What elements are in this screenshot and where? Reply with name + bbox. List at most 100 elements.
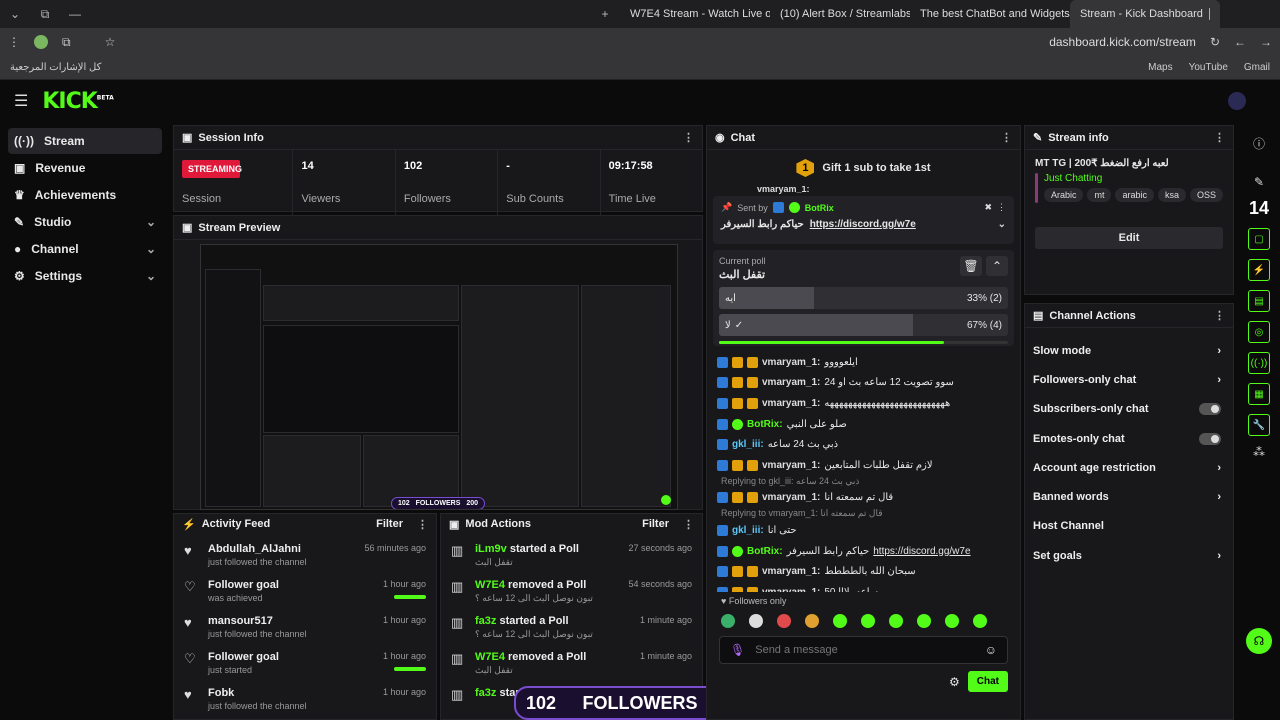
more-options-icon[interactable]: ⋮ [1001, 131, 1012, 144]
back-icon[interactable]: ← [1234, 35, 1246, 49]
more-options-icon[interactable]: ⋮ [683, 518, 694, 531]
more-options-icon[interactable]: ⋮ [417, 518, 428, 531]
chat-username[interactable]: BotRix: [747, 546, 783, 557]
mod-user[interactable]: fa3z [475, 615, 496, 627]
wrench-icon[interactable]: 🔧 [1248, 414, 1270, 436]
channel-action-followers-only-chat[interactable]: Followers-only chat › [1025, 365, 1233, 394]
chevron-down-icon[interactable]: ⌄ [998, 219, 1006, 230]
emoji-icon[interactable]: ☺ [985, 643, 997, 657]
window-restore-icon[interactable]: ⧉ [30, 7, 60, 22]
emote-icon[interactable] [889, 614, 903, 628]
sidebar-item-studio[interactable]: ✎ Studio ⌄ [8, 209, 162, 235]
filter-button[interactable]: Filter [642, 518, 669, 530]
chat-username[interactable]: vmaryam_1: [762, 357, 820, 368]
filter-button[interactable]: Filter [376, 518, 403, 530]
poll-option[interactable]: ايه 33% (2) [719, 287, 1008, 309]
emote-icon[interactable] [973, 614, 987, 628]
chat-message[interactable]: vmaryam_1: ايلعوووو [707, 352, 1020, 373]
tab-search-icon[interactable]: ⌄ [0, 7, 30, 21]
browser-tab-w7e4[interactable]: W7E4 Stream - Watch Live on K [620, 0, 770, 28]
more-options-icon[interactable]: ⋮ [1214, 309, 1225, 322]
edit-stream-button[interactable]: Edit [1035, 227, 1223, 249]
toggle-switch[interactable] [1199, 432, 1221, 445]
chat-username[interactable]: vmaryam_1: [762, 398, 820, 409]
stream-tag[interactable]: ksa [1157, 188, 1186, 202]
chat-username[interactable]: vmaryam_1: [762, 587, 820, 592]
mod-user[interactable]: fa3z [475, 687, 496, 699]
more-options-icon[interactable]: ⋮ [997, 202, 1006, 213]
profile-avatar[interactable] [34, 35, 48, 49]
new-tab-button[interactable]: + [590, 7, 620, 21]
apps-icon[interactable]: ⁂ [1253, 445, 1265, 459]
kick-logo[interactable]: KICKBETA [42, 89, 113, 114]
broadcast-icon[interactable]: ((·)) [1248, 352, 1270, 374]
bookmark-youtube[interactable]: YouTube [1189, 62, 1228, 73]
bookmark-star-icon[interactable]: ☆ [105, 35, 116, 49]
emote-icon[interactable] [917, 614, 931, 628]
sidebar-item-settings[interactable]: ⚙ Settings ⌄ [8, 263, 162, 289]
mod-user[interactable]: W7E4 [475, 579, 505, 591]
collapse-poll-button[interactable]: ⌃ [986, 256, 1008, 276]
chat-message[interactable]: vmaryam_1: قال تم سمعته انا [707, 488, 1020, 509]
chat-message[interactable]: vmaryam_1: 50 ساعه يلااا [707, 582, 1020, 592]
pen-icon[interactable]: ✎ [1254, 175, 1264, 189]
sidebar-item-achievements[interactable]: ♛ Achievements [8, 182, 162, 208]
gift-sub-banner[interactable]: 1 Gift 1 sub to take 1st [707, 150, 1020, 186]
more-options-icon[interactable]: ⋮ [683, 131, 694, 144]
send-chat-button[interactable]: Chat [967, 671, 1008, 692]
sidebar-item-revenue[interactable]: ▣ Revenue [8, 155, 162, 181]
chat-username[interactable]: BotRix: [747, 419, 783, 430]
channel-action-slow-mode[interactable]: Slow mode › [1025, 336, 1233, 365]
channel-action-emotes-only-chat[interactable]: Emotes-only chat [1025, 424, 1233, 453]
pinned-link[interactable]: https://discord.gg/w7e [810, 219, 916, 230]
emote-icon[interactable] [721, 614, 735, 628]
menu-dots-icon[interactable]: ⋮ [8, 35, 20, 49]
sidebar-item-channel[interactable]: ● Channel ⌄ [8, 236, 162, 262]
notes-icon[interactable]: ▤ [1248, 290, 1270, 312]
channel-action-subscribers-only-chat[interactable]: Subscribers-only chat [1025, 395, 1233, 424]
channel-action-host-channel[interactable]: Host Channel [1025, 512, 1233, 541]
poll-option[interactable]: لا ✓ 67% (4) [719, 314, 1008, 336]
chat-message[interactable]: vmaryam_1: ههههههههههههههههههههههههههه [707, 393, 1020, 414]
unpin-icon[interactable]: ✖ [984, 202, 992, 213]
chat-bubble-icon[interactable]: ◎ [1248, 321, 1270, 343]
emote-icon[interactable] [833, 614, 847, 628]
channel-action-banned-words[interactable]: Banned words › [1025, 482, 1233, 511]
layout-icon[interactable]: ▦ [1248, 383, 1270, 405]
stream-tag[interactable]: arabic [1115, 188, 1154, 202]
url-field[interactable]: dashboard.kick.com/stream [1049, 35, 1196, 49]
bookmark-maps[interactable]: Maps [1148, 62, 1172, 73]
toggle-switch[interactable] [1199, 403, 1221, 416]
channel-action-account-age-restriction[interactable]: Account age restriction › [1025, 453, 1233, 482]
chat-username[interactable]: gkl_iii: [732, 439, 764, 450]
user-avatar[interactable] [1228, 92, 1246, 110]
reload-icon[interactable]: ↻ [1210, 35, 1220, 49]
chat-username[interactable]: vmaryam_1: [762, 460, 820, 471]
stream-tag[interactable]: OSS [1189, 188, 1223, 202]
chat-username[interactable]: vmaryam_1: [762, 492, 820, 503]
minimize-icon[interactable]: — [60, 7, 90, 21]
mod-user[interactable]: iLm9v [475, 543, 507, 555]
info-icon[interactable]: ⓘ [1253, 135, 1265, 152]
mic-icon[interactable]: 🎙 [730, 643, 745, 657]
chat-settings-icon[interactable]: ⚙ [949, 675, 960, 689]
bookmark-gmail[interactable]: Gmail [1244, 62, 1270, 73]
extensions-icon[interactable]: ⧉ [62, 35, 71, 50]
mod-user[interactable]: W7E4 [475, 651, 505, 663]
emote-icon[interactable] [861, 614, 875, 628]
chat-username[interactable]: vmaryam_1: [762, 566, 820, 577]
browser-tab-alertbox[interactable]: (10) Alert Box / Streamlabs [770, 0, 910, 28]
browser-tab-kick-dashboard[interactable]: Stream - Kick Dashboard [1070, 0, 1220, 28]
support-headset-icon[interactable]: ☊ [1246, 628, 1272, 654]
chat-link[interactable]: https://discord.gg/w7e [873, 546, 970, 557]
more-options-icon[interactable]: ⋮ [1214, 131, 1225, 144]
clip-icon[interactable]: ▢ [1248, 228, 1270, 250]
emote-icon[interactable] [777, 614, 791, 628]
chat-message[interactable]: vmaryam_1: سبحان الله بالطططط [707, 561, 1020, 582]
chat-message[interactable]: vmaryam_1: سوو تصويت 12 ساعه بث او 24 [707, 373, 1020, 394]
chat-message[interactable]: gkl_iii: ذبي بث 24 ساعه [707, 434, 1020, 455]
chat-message[interactable]: BotRix: حياكم رابط السيرفر https://discord… [707, 541, 1020, 562]
sidebar-item-stream[interactable]: ((·)) Stream [8, 128, 162, 154]
delete-poll-button[interactable]: 🗑 [960, 256, 982, 276]
channel-action-set-goals[interactable]: Set goals › [1025, 541, 1233, 570]
